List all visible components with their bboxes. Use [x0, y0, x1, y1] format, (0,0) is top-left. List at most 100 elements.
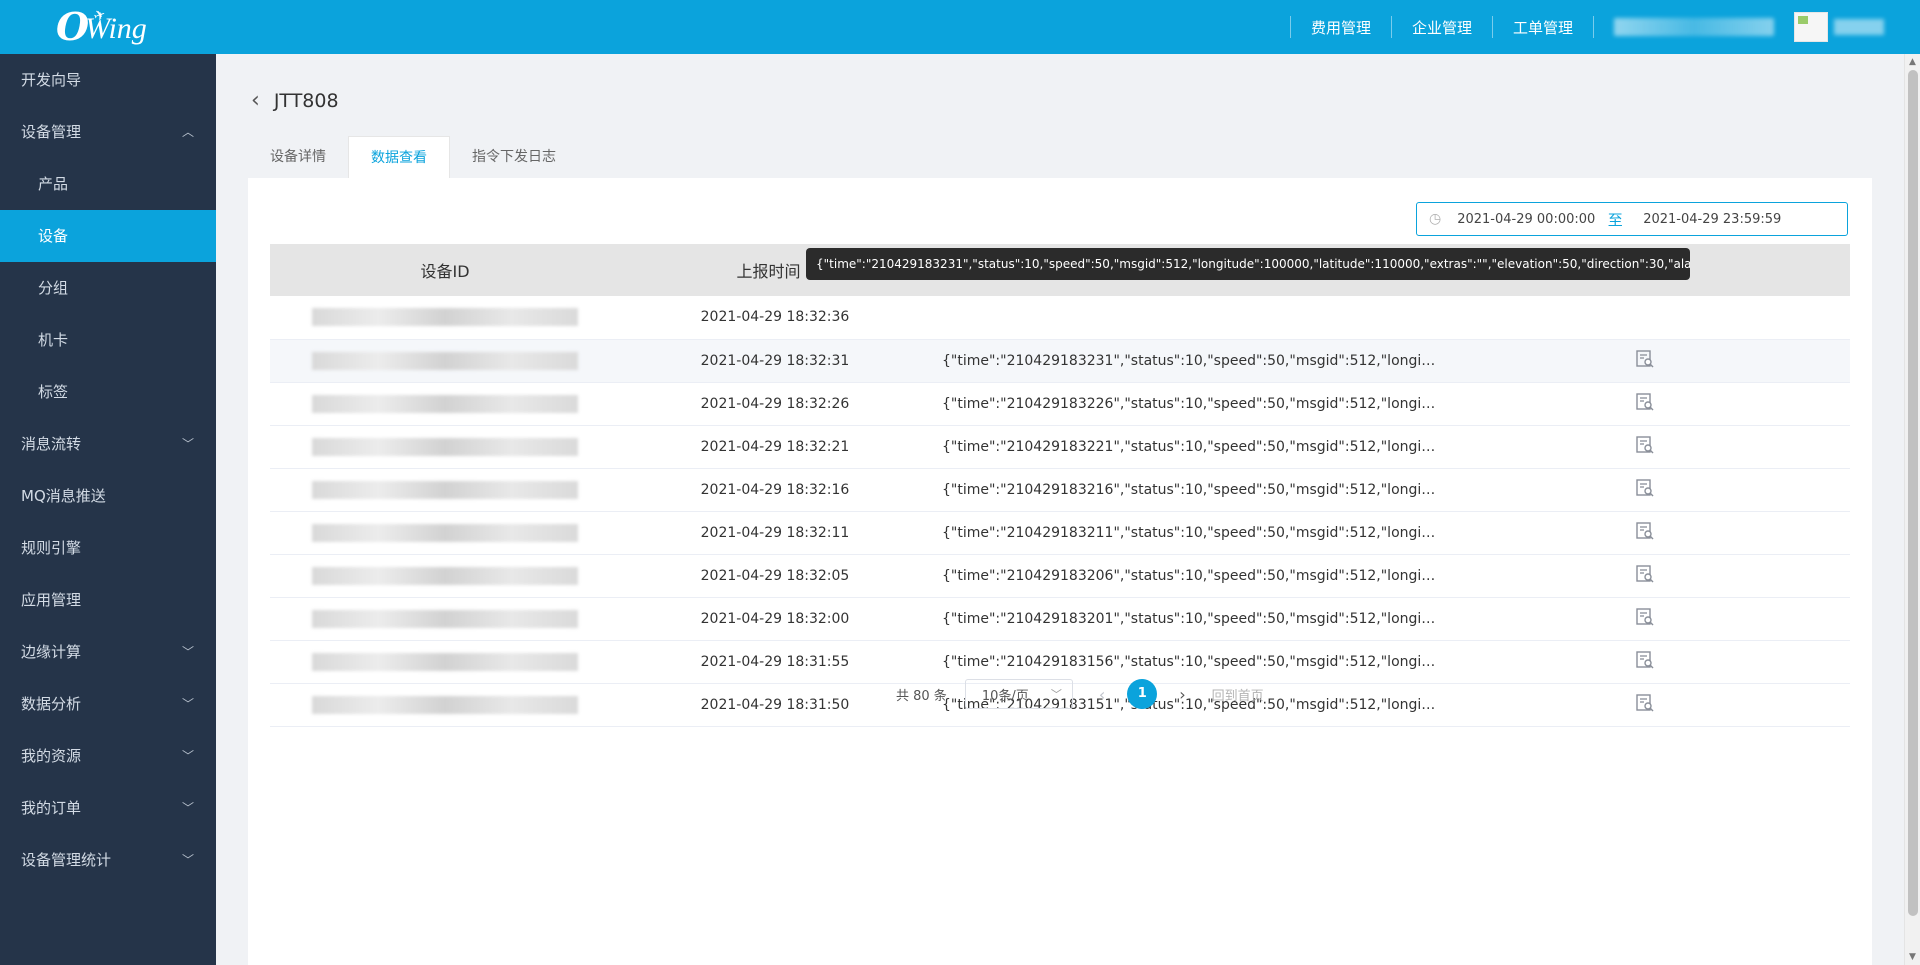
header-report-time-label: 上报时间 — [736, 262, 801, 281]
table-row[interactable]: 2021-04-29 18:32:05 {"time":"210429183206… — [270, 554, 1850, 597]
view-detail-icon[interactable] — [1635, 607, 1655, 627]
data-panel: ◷ 2021-04-29 00:00:00 至 2021-04-29 23:59… — [248, 178, 1872, 965]
device-id-redacted — [312, 351, 578, 370]
device-id-redacted — [312, 480, 578, 499]
tab-device-details[interactable]: 设备详情 — [248, 136, 348, 178]
cell-data[interactable]: {"time":"210429183156","status":10,"spee… — [930, 640, 1440, 683]
cell-report-time: 2021-04-29 18:32:36 — [700, 309, 850, 326]
username-redacted[interactable] — [1834, 19, 1884, 35]
tab-data-view[interactable]: 数据查看 — [348, 136, 450, 178]
page-size-value: 10条/页 — [981, 688, 1029, 704]
sidebar-item-mq-push[interactable]: MQ消息推送 — [0, 470, 216, 522]
cell-report-time: 2021-04-29 18:32:21 — [700, 438, 850, 455]
sidebar-item-devices[interactable]: 设备 — [0, 210, 216, 262]
view-detail-icon[interactable] — [1635, 435, 1655, 455]
data-table: 设备ID 上报时间▲▼ 数据 操作 2021-04-29 18:32:36202… — [270, 244, 1850, 727]
prev-page-button[interactable]: ‹ — [1099, 685, 1105, 704]
table-row[interactable]: 2021-04-29 18:32:00 {"time":"210429183201… — [270, 597, 1850, 640]
cell-report-time: 2021-04-29 18:32:11 — [700, 524, 850, 541]
cell-data[interactable]: {"time":"210429183226","status":10,"spee… — [930, 382, 1440, 425]
start-date[interactable]: 2021-04-29 00:00:00 — [1457, 212, 1597, 227]
cell-device-id — [270, 640, 620, 683]
cell-device-id — [270, 511, 620, 554]
chevron-down-icon: ﹀ — [181, 801, 194, 815]
sidebar-item-data-analysis[interactable]: 数据分析 ﹀ — [0, 678, 216, 730]
device-id-redacted — [312, 609, 578, 628]
sidebar-item-label: 设备管理 — [21, 123, 82, 141]
cell-data[interactable]: {"time":"210429183231","status":10,"spee… — [930, 339, 1440, 382]
cell-actions — [1440, 382, 1850, 425]
view-detail-icon[interactable] — [1635, 349, 1655, 369]
sidebar-item-edge-computing[interactable]: 边缘计算 ﹀ — [0, 626, 216, 678]
cell-actions — [1440, 640, 1850, 683]
cell-data[interactable]: {"time":"210429183201","status":10,"spee… — [930, 597, 1440, 640]
view-detail-icon[interactable] — [1635, 392, 1655, 412]
main-content: ‹ JTT808 设备详情 数据查看 指令下发日志 ◷ 2021-04-29 0… — [216, 54, 1904, 965]
table-row[interactable]: 2021-04-29 18:32:11 {"time":"210429183211… — [270, 511, 1850, 554]
scroll-up-icon[interactable]: ▲ — [1909, 57, 1916, 67]
sidebar-item-device-stats[interactable]: 设备管理统计 ﹀ — [0, 834, 216, 886]
sidebar-item-sim-cards[interactable]: 机卡 — [0, 314, 216, 366]
cell-data[interactable]: {"time":"210429183211","status":10,"spee… — [930, 511, 1440, 554]
page-scrollbar[interactable]: ▲ ▼ — [1904, 54, 1920, 965]
device-id-redacted — [312, 566, 578, 585]
account-info-redacted[interactable] — [1614, 18, 1774, 36]
page-title: JTT808 — [273, 90, 339, 112]
sidebar-item-dev-guide[interactable]: 开发向导 — [0, 54, 216, 106]
tabs: 设备详情 数据查看 指令下发日志 — [248, 136, 578, 178]
sidebar-item-groups[interactable]: 分组 — [0, 262, 216, 314]
cell-report-time: 2021-04-29 18:32:00 — [700, 610, 850, 627]
page-size-select[interactable]: 10条/页 ﹀ — [964, 679, 1073, 709]
logo[interactable]: O ✈ Wing — [56, 6, 147, 48]
cell-device-id — [270, 296, 620, 339]
nav-ticket-management[interactable]: 工单管理 — [1493, 17, 1593, 38]
sidebar-item-app-management[interactable]: 应用管理 — [0, 574, 216, 626]
sidebar-item-device-management[interactable]: 设备管理 ︿ — [0, 106, 216, 158]
view-detail-icon[interactable] — [1635, 478, 1655, 498]
page-header: ‹ JTT808 — [251, 90, 339, 113]
sidebar-item-message-flow[interactable]: 消息流转 ﹀ — [0, 418, 216, 470]
table-row[interactable]: 2021-04-29 18:32:26 {"time":"210429183226… — [270, 382, 1850, 425]
table-row[interactable]: 2021-04-29 18:32:36 — [270, 296, 1850, 339]
table-row[interactable]: 2021-04-29 18:31:55 {"time":"210429183156… — [270, 640, 1850, 683]
date-range-picker[interactable]: ◷ 2021-04-29 00:00:00 至 2021-04-29 23:59… — [1416, 202, 1848, 236]
view-detail-icon[interactable] — [1635, 564, 1655, 584]
cell-data[interactable] — [930, 296, 1440, 339]
cell-data[interactable]: {"time":"210429183206","status":10,"spee… — [930, 554, 1440, 597]
view-detail-icon[interactable] — [1635, 693, 1655, 713]
table-row[interactable]: 2021-04-29 18:32:31 {"time":"210429183231… — [270, 339, 1850, 382]
avatar[interactable] — [1794, 12, 1828, 42]
sidebar-item-label: 分组 — [38, 279, 69, 297]
chevron-left-icon[interactable]: ‹ — [251, 90, 260, 112]
cell-report-time: 2021-04-29 18:32:16 — [700, 481, 850, 498]
sidebar-item-rule-engine[interactable]: 规则引擎 — [0, 522, 216, 574]
page-number-current[interactable]: 1 — [1127, 679, 1158, 709]
cell-data[interactable]: {"time":"210429183216","status":10,"spee… — [930, 468, 1440, 511]
nav-enterprise-management[interactable]: 企业管理 — [1392, 17, 1492, 38]
back-to-first-button[interactable]: 回到首页 — [1212, 685, 1264, 704]
sidebar-item-my-orders[interactable]: 我的订单 ﹀ — [0, 782, 216, 834]
range-separator: 至 — [1607, 210, 1623, 229]
table-row[interactable]: 2021-04-29 18:32:16 {"time":"210429183216… — [270, 468, 1850, 511]
cell-report-time: 2021-04-29 18:31:50 — [700, 696, 850, 713]
cell-actions — [1440, 468, 1850, 511]
nav-fee-management[interactable]: 费用管理 — [1291, 17, 1391, 38]
sidebar-item-my-resources[interactable]: 我的资源 ﹀ — [0, 730, 216, 782]
cell-actions — [1440, 425, 1850, 468]
next-page-button[interactable]: › — [1179, 685, 1185, 704]
cell-actions — [1440, 597, 1850, 640]
sidebar-item-label: 我的订单 — [21, 799, 82, 817]
view-detail-icon[interactable] — [1635, 650, 1655, 670]
view-detail-icon[interactable] — [1635, 521, 1655, 541]
sidebar-item-label: 规则引擎 — [21, 539, 82, 557]
tab-command-log[interactable]: 指令下发日志 — [450, 136, 578, 178]
scroll-down-icon[interactable]: ▼ — [1909, 952, 1916, 962]
pagination: 共 80 条 10条/页 ﹀ ‹ 1 › 回到首页 — [896, 678, 1264, 710]
sidebar-item-products[interactable]: 产品 — [0, 158, 216, 210]
cell-data[interactable]: {"time":"210429183221","status":10,"spee… — [930, 425, 1440, 468]
table-row[interactable]: 2021-04-29 18:32:21 {"time":"210429183221… — [270, 425, 1850, 468]
sidebar-item-tags[interactable]: 标签 — [0, 366, 216, 418]
end-date[interactable]: 2021-04-29 23:59:59 — [1643, 212, 1793, 227]
scrollbar-thumb[interactable] — [1908, 70, 1918, 916]
chevron-down-icon: ﹀ — [181, 697, 194, 711]
